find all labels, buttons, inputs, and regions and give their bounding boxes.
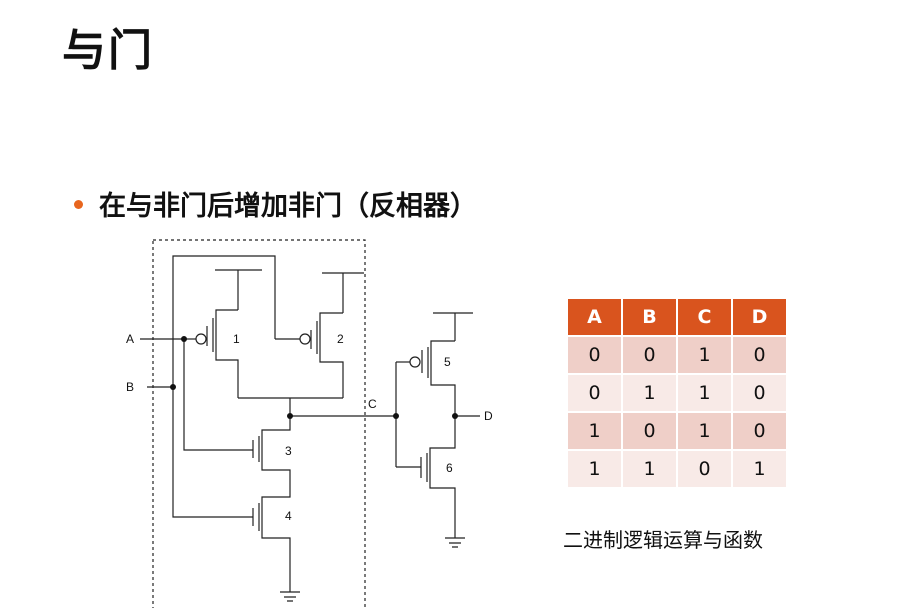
junction-d bbox=[452, 413, 458, 419]
label-t5: 5 bbox=[444, 355, 451, 369]
table-cell: 1 bbox=[568, 413, 621, 449]
table-cell: 1 bbox=[678, 337, 731, 373]
vdd-rail-2 bbox=[322, 272, 364, 313]
label-t6: 6 bbox=[446, 461, 453, 475]
table-cell: 0 bbox=[733, 413, 786, 449]
table-cell: 1 bbox=[733, 451, 786, 487]
junction-c-left bbox=[287, 413, 293, 419]
vdd-rail-1 bbox=[215, 269, 262, 310]
label-t1: 1 bbox=[233, 332, 240, 346]
table-cell: 0 bbox=[678, 451, 731, 487]
table-cell: 0 bbox=[623, 413, 676, 449]
table-cell: 0 bbox=[733, 337, 786, 373]
junction-a bbox=[181, 336, 187, 342]
transistor-2-pmos bbox=[275, 312, 344, 398]
table-cell: 0 bbox=[733, 375, 786, 411]
label-t3: 3 bbox=[285, 444, 292, 458]
table-row: 1 1 0 1 bbox=[568, 451, 786, 487]
junction-b bbox=[170, 384, 176, 390]
junction-c-right bbox=[393, 413, 399, 419]
table-cell: 1 bbox=[568, 451, 621, 487]
nand-boundary-box bbox=[152, 239, 366, 608]
vdd-rail-5 bbox=[433, 312, 473, 341]
header-cell-b: B bbox=[623, 299, 676, 335]
header-cell-c: C bbox=[678, 299, 731, 335]
table-cell: 1 bbox=[678, 375, 731, 411]
table-row: 0 1 1 0 bbox=[568, 375, 786, 411]
header-cell-d: D bbox=[733, 299, 786, 335]
table-cell: 0 bbox=[568, 375, 621, 411]
table-row: 0 0 1 0 bbox=[568, 337, 786, 373]
label-t4: 4 bbox=[285, 509, 292, 523]
transistor-4-nmos bbox=[172, 387, 291, 580]
truth-table-header-row: A B C D bbox=[568, 299, 786, 335]
input-b-loop-wire bbox=[172, 255, 276, 387]
truth-table: A B C D 0 0 1 0 0 1 1 0 1 0 1 0 1 1 0 1 bbox=[566, 297, 788, 489]
table-caption: 二进制逻辑运算与函数 bbox=[563, 528, 763, 552]
ground-nand bbox=[280, 580, 300, 602]
table-cell: 1 bbox=[678, 413, 731, 449]
label-c: C bbox=[368, 397, 377, 411]
table-cell: 1 bbox=[623, 451, 676, 487]
table-cell: 0 bbox=[568, 337, 621, 373]
transistor-1-pmos bbox=[184, 309, 239, 398]
label-a: A bbox=[126, 332, 134, 346]
ground-inverter bbox=[445, 530, 465, 548]
transistor-5-pmos bbox=[396, 340, 456, 416]
table-cell: 1 bbox=[623, 375, 676, 411]
header-cell-a: A bbox=[568, 299, 621, 335]
table-row: 1 0 1 0 bbox=[568, 413, 786, 449]
table-cell: 0 bbox=[623, 337, 676, 373]
label-b: B bbox=[126, 380, 134, 394]
label-d: D bbox=[484, 409, 493, 423]
label-t2: 2 bbox=[337, 332, 344, 346]
